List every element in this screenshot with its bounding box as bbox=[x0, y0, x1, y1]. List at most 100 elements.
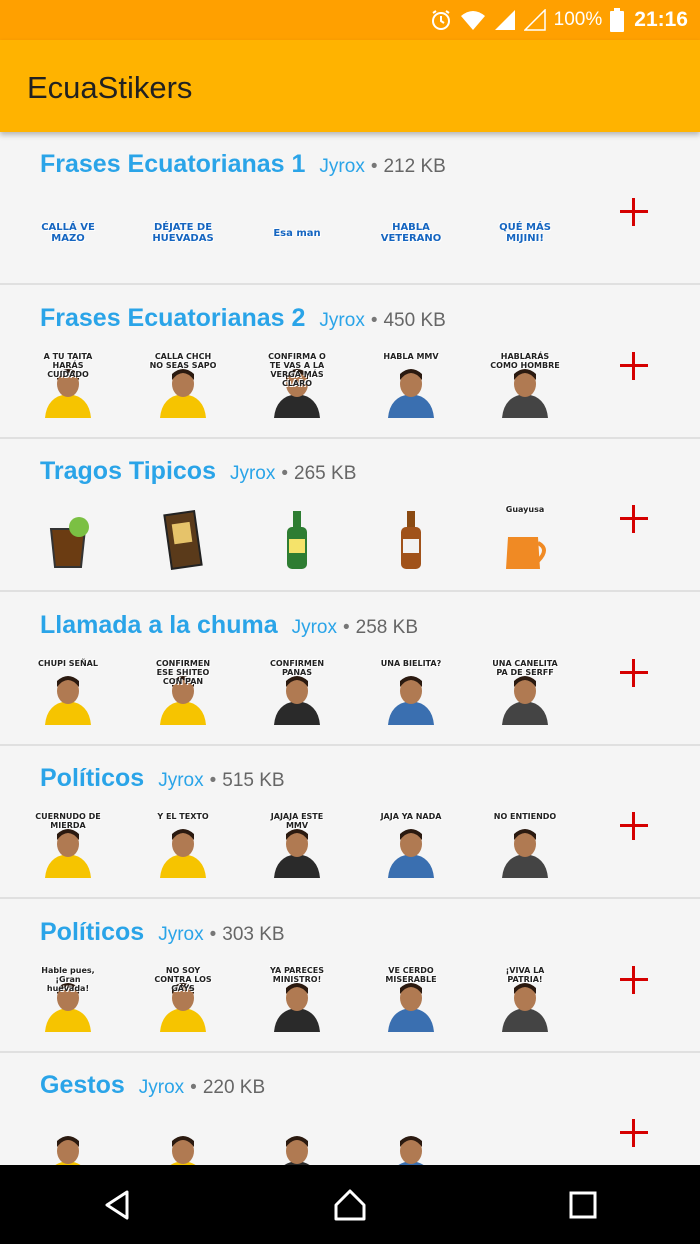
pack-size: 515 KB bbox=[222, 770, 285, 791]
sticker-pack-row[interactable]: Tragos Tipicos Jyrox • 265 KB Guayusa bbox=[0, 439, 700, 592]
recents-icon bbox=[569, 1191, 597, 1218]
sticker-thumbnail[interactable] bbox=[148, 505, 218, 575]
add-icon[interactable] bbox=[620, 812, 648, 840]
sticker-thumbnail[interactable]: CUERNUDO DE MIERDA bbox=[33, 812, 103, 882]
sticker-thumbnail[interactable]: Guayusa bbox=[490, 505, 560, 575]
clock: 21:16 bbox=[634, 8, 688, 31]
pack-size: 265 KB bbox=[294, 463, 357, 484]
add-icon[interactable] bbox=[620, 505, 648, 533]
sticker-pack-row[interactable]: Llamada a la chuma Jyrox • 258 KB CHUPI SEÑA… bbox=[0, 593, 700, 746]
pack-name: Tragos Tipicos bbox=[40, 457, 216, 485]
sticker-thumbnail[interactable]: JAJAJA ESTE MMV bbox=[262, 812, 332, 882]
sticker-thumbnail[interactable]: DÉJATE DE HUEVADAS bbox=[148, 198, 218, 268]
app-title: EcuaStikers bbox=[27, 70, 193, 105]
add-icon[interactable] bbox=[620, 198, 648, 226]
sticker-thumbnail[interactable]: CHUPI SEÑAL bbox=[33, 659, 103, 729]
sticker-thumbnail[interactable] bbox=[262, 1119, 332, 1165]
add-icon[interactable] bbox=[620, 966, 648, 994]
pack-size: 212 KB bbox=[383, 156, 446, 177]
pack-header: Políticos Jyrox • 515 KB bbox=[40, 764, 285, 793]
alarm-icon bbox=[430, 9, 452, 31]
sticker-thumbnail[interactable] bbox=[376, 505, 446, 575]
sticker-thumbnail[interactable] bbox=[262, 505, 332, 575]
sticker-caption: A TU TAITA HARÁS CUIDADO bbox=[43, 352, 93, 379]
add-icon[interactable] bbox=[620, 352, 648, 380]
sticker-caption: CALLA CHCH NO SEAS SAPO bbox=[149, 352, 217, 370]
sticker-thumbnail[interactable]: Hable pues, ¡Gran huevada! bbox=[33, 966, 103, 1036]
pack-name: Frases Ecuatorianas 1 bbox=[40, 150, 306, 178]
pack-author: Jyrox bbox=[319, 310, 365, 331]
pack-author: Jyrox bbox=[319, 156, 365, 177]
sticker-pack-row[interactable]: Políticos Jyrox • 515 KB CUERNUDO DE MIERDA Y… bbox=[0, 746, 700, 899]
home-icon bbox=[334, 1189, 366, 1220]
sticker-thumbnail[interactable]: CONFIRMEN ESE SHITEO CON PAN bbox=[148, 659, 218, 729]
pack-author: Jyrox bbox=[291, 617, 338, 638]
sticker-caption: ¡VIVA LA PATRIA! bbox=[505, 966, 545, 984]
wifi-icon bbox=[460, 9, 486, 31]
add-icon[interactable] bbox=[620, 659, 648, 687]
sticker-thumbnail[interactable]: YA PARECES MINISTRO! bbox=[262, 966, 332, 1036]
sticker-thumbnail[interactable]: HABLA VETERANO bbox=[376, 198, 446, 268]
sticker-caption: QUÉ MÁS MIJINI! bbox=[499, 222, 551, 244]
sticker-caption: NO SOY CONTRA LOS GAYS bbox=[154, 966, 212, 993]
sticker-thumbnail[interactable] bbox=[33, 505, 103, 575]
sticker-pack-list[interactable]: Frases Ecuatorianas 1 Jyrox • 212 KB CALLÁ V… bbox=[0, 132, 700, 1165]
sticker-caption: DÉJATE DE HUEVADAS bbox=[152, 222, 214, 244]
pack-name: Políticos bbox=[40, 918, 145, 946]
sticker-thumbnail[interactable]: CONFIRMEN PANAS bbox=[262, 659, 332, 729]
sticker-caption: JAJAJA ESTE MMV bbox=[270, 812, 324, 830]
sticker-caption: CONFIRMEN PANAS bbox=[269, 659, 325, 677]
pack-author: Jyrox bbox=[158, 770, 204, 791]
navigation-bar bbox=[0, 1165, 700, 1244]
sticker-pack-row[interactable]: Frases Ecuatorianas 2 Jyrox • 450 KB A TU TA… bbox=[0, 286, 700, 439]
sticker-caption: YA PARECES MINISTRO! bbox=[269, 966, 325, 984]
separator: • bbox=[370, 310, 378, 331]
sticker-thumbnail[interactable]: UNA CANELITA PA DE SERFF bbox=[490, 659, 560, 729]
separator: • bbox=[209, 924, 217, 945]
sticker-pack-row[interactable]: Gestos Jyrox • 220 KB bbox=[0, 1053, 700, 1165]
sticker-thumbnail[interactable]: NO ENTIENDO bbox=[490, 812, 560, 882]
sticker-thumbnail[interactable]: QUÉ MÁS MIJINI! bbox=[490, 198, 560, 268]
home-button[interactable] bbox=[233, 1165, 466, 1244]
signal-icon bbox=[494, 9, 516, 31]
sticker-thumbnail[interactable]: UNA BIELITA? bbox=[376, 659, 446, 729]
separator: • bbox=[190, 1077, 197, 1098]
app-bar: EcuaStikers bbox=[0, 40, 700, 132]
signal-2-icon bbox=[523, 9, 546, 31]
pack-header: Frases Ecuatorianas 1 Jyrox • 212 KB bbox=[40, 150, 446, 179]
sticker-thumbnail[interactable] bbox=[148, 1119, 218, 1165]
sticker-thumbnail[interactable]: VE CERDO MISERABLE bbox=[376, 966, 446, 1036]
sticker-thumbnail[interactable]: HABLARÁS COMO HOMBRE bbox=[490, 352, 560, 422]
add-icon[interactable] bbox=[620, 1119, 648, 1147]
separator: • bbox=[281, 463, 289, 484]
sticker-thumbnail[interactable]: A TU TAITA HARÁS CUIDADO bbox=[33, 352, 103, 422]
sticker-caption: HABLA MMV bbox=[383, 352, 439, 361]
separator: • bbox=[209, 770, 217, 791]
recents-button[interactable] bbox=[467, 1165, 700, 1244]
sticker-thumbnail[interactable]: HABLA MMV bbox=[376, 352, 446, 422]
back-button[interactable] bbox=[0, 1165, 233, 1244]
sticker-thumbnail[interactable]: ¡VIVA LA PATRIA! bbox=[490, 966, 560, 1036]
sticker-thumbnail[interactable]: Y EL TEXTO bbox=[148, 812, 218, 882]
pack-header: Políticos Jyrox • 303 KB bbox=[40, 918, 285, 947]
sticker-pack-row[interactable]: Políticos Jyrox • 303 KB Hable pues, ¡Gran h… bbox=[0, 900, 700, 1053]
separator: • bbox=[343, 617, 350, 638]
sticker-pack-row[interactable]: Frases Ecuatorianas 1 Jyrox • 212 KB CALLÁ V… bbox=[0, 132, 700, 285]
sticker-caption: Esa man bbox=[273, 227, 321, 239]
sticker-thumbnail[interactable]: CONFIRMA O TE VAS A LA VERGA MÁS CLARO bbox=[262, 352, 332, 422]
sticker-thumbnail[interactable] bbox=[33, 1119, 103, 1165]
sticker-thumbnail[interactable]: CALLÁ VE MAZO bbox=[33, 198, 103, 268]
sticker-thumbnail[interactable]: CALLA CHCH NO SEAS SAPO bbox=[148, 352, 218, 422]
sticker-caption: Guayusa bbox=[505, 505, 545, 514]
pack-author: Jyrox bbox=[138, 1077, 185, 1098]
sticker-caption: UNA CANELITA PA DE SERFF bbox=[492, 659, 558, 677]
sticker-thumbnail[interactable] bbox=[376, 1119, 446, 1165]
pack-name: Gestos bbox=[40, 1071, 125, 1099]
sticker-caption: NO ENTIENDO bbox=[493, 812, 557, 821]
sticker-caption: HABLARÁS COMO HOMBRE bbox=[490, 352, 560, 370]
battery-icon bbox=[610, 8, 625, 32]
sticker-thumbnail[interactable]: NO SOY CONTRA LOS GAYS bbox=[148, 966, 218, 1036]
sticker-thumbnail[interactable]: Esa man bbox=[262, 198, 332, 268]
sticker-thumbnail[interactable]: JAJA YA NADA bbox=[376, 812, 446, 882]
sticker-caption: JAJA YA NADA bbox=[380, 812, 442, 821]
